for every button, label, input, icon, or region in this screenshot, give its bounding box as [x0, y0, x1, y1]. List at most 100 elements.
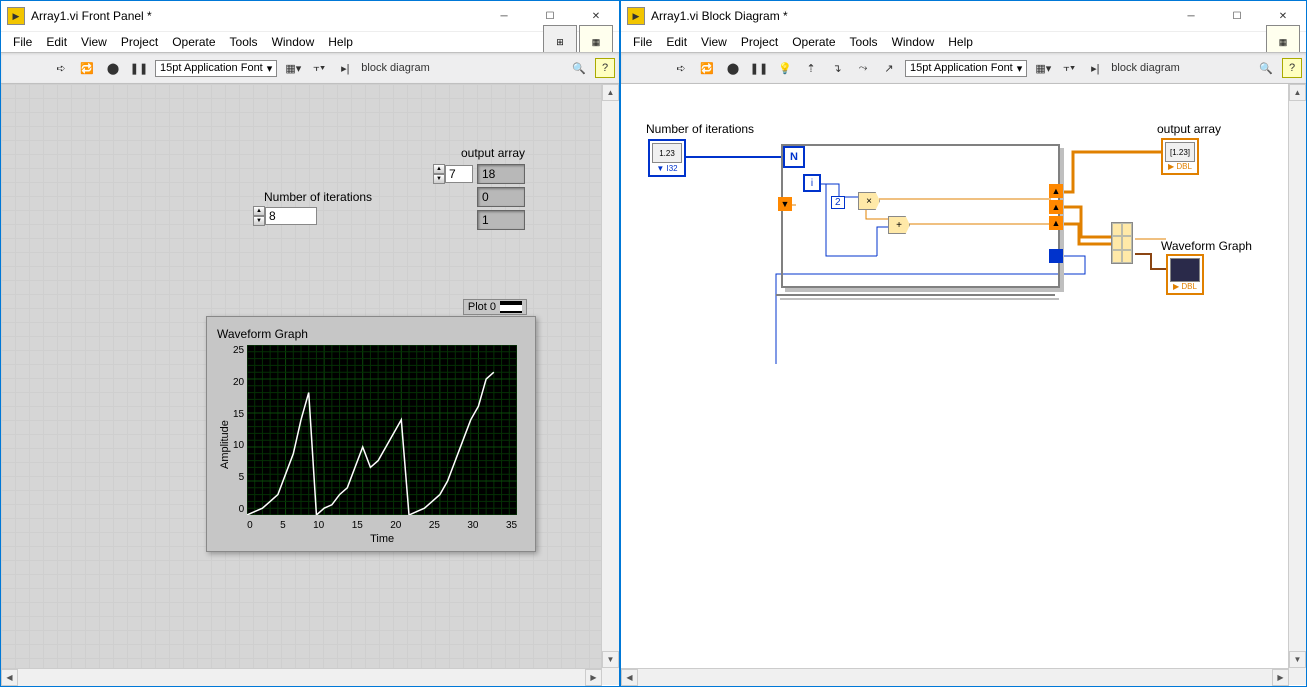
font-selector[interactable]: 15pt Application Font▾	[905, 60, 1027, 77]
align-button[interactable]: ▦▾	[1033, 58, 1053, 78]
menubar-block: File Edit View Project Operate Tools Win…	[621, 32, 1306, 52]
crumb-block[interactable]: block diagram	[1111, 62, 1179, 74]
tunnel-right-4[interactable]	[1049, 249, 1063, 263]
menu-file[interactable]: File	[627, 33, 658, 51]
menu-file[interactable]: File	[7, 33, 38, 51]
distribute-button[interactable]: ⫟▾	[309, 58, 329, 78]
abort-button[interactable]: ⬤	[723, 58, 743, 78]
crumb-front[interactable]: block diagram	[361, 62, 429, 74]
add-node[interactable]: +	[888, 216, 910, 234]
scroll-left-icon[interactable]: ◀	[1, 669, 18, 686]
menubar-front: File Edit View Project Operate Tools Win…	[1, 32, 619, 52]
pause-button[interactable]: ❚❚	[749, 58, 769, 78]
graph-legend[interactable]: Plot 0	[463, 299, 527, 315]
array-cell-1[interactable]: 0	[477, 187, 525, 207]
search-icon[interactable]: 🔍	[569, 58, 589, 78]
shift-register-left[interactable]: ▼	[778, 197, 792, 211]
multiply-node[interactable]: ×	[858, 192, 880, 210]
menu-project[interactable]: Project	[735, 33, 784, 51]
pause-button[interactable]: ❚❚	[129, 58, 149, 78]
array-index-input[interactable]	[445, 165, 473, 183]
iterations-input[interactable]	[265, 207, 317, 225]
font-selector[interactable]: 15pt Application Font▾	[155, 60, 277, 77]
menu-help[interactable]: Help	[942, 33, 979, 51]
titlebar-block: Array1.vi Block Diagram * ─ ☐ ✕	[621, 1, 1306, 32]
tunnel-right-2[interactable]: ▲	[1049, 200, 1063, 214]
x-axis-label: Time	[247, 533, 517, 545]
reorder-button[interactable]: ▸|	[1085, 58, 1105, 78]
menu-window[interactable]: Window	[266, 33, 321, 51]
scroll-up-icon[interactable]: ▲	[1289, 84, 1306, 101]
search-icon[interactable]: 🔍	[1256, 58, 1276, 78]
vscrollbar-front[interactable]: ▲ ▼	[601, 84, 619, 668]
array-cell-0[interactable]: 18	[477, 164, 525, 184]
step-over-button[interactable]: ⤳	[853, 58, 873, 78]
scroll-down-icon[interactable]: ▼	[1289, 651, 1306, 668]
reorder-button[interactable]: ▸|	[335, 58, 355, 78]
menu-window[interactable]: Window	[886, 33, 941, 51]
scroll-right-icon[interactable]: ▶	[1272, 669, 1289, 686]
abort-button[interactable]: ⬤	[103, 58, 123, 78]
hscrollbar-front[interactable]: ◀ ▶	[1, 668, 602, 686]
minimize-button[interactable]: ─	[1168, 1, 1214, 31]
for-loop[interactable]	[781, 144, 1060, 288]
scroll-left-icon[interactable]: ◀	[621, 669, 638, 686]
titlebar-front: Array1.vi Front Panel * ─ ☐ ✕	[1, 1, 619, 32]
menu-tools[interactable]: Tools	[224, 33, 264, 51]
y-ticks: 25 20 15 10 5 0	[233, 345, 247, 515]
shift-register-right-1[interactable]: ▲	[1049, 184, 1063, 198]
menu-operate[interactable]: Operate	[786, 33, 841, 51]
menu-view[interactable]: View	[75, 33, 113, 51]
bd-output-array-label: output array	[1157, 122, 1221, 136]
align-button[interactable]: ▦▾	[283, 58, 303, 78]
graph-title: Waveform Graph	[217, 327, 525, 341]
run-button[interactable]: ➪	[671, 58, 691, 78]
bd-iterations-label: Number of iterations	[646, 122, 754, 136]
loop-N-terminal[interactable]: N	[783, 146, 805, 168]
bd-output-array-terminal[interactable]: [1.23]▶ DBL	[1161, 138, 1199, 175]
bd-iterations-terminal[interactable]: 1.23▼ I32	[648, 139, 686, 177]
vscrollbar-block[interactable]: ▲ ▼	[1288, 84, 1306, 668]
constant-2[interactable]: 2	[831, 196, 845, 209]
array-cell-2[interactable]: 1	[477, 210, 525, 230]
run-continuous-button[interactable]: 🔁	[77, 58, 97, 78]
retain-wire-button[interactable]: ⇡	[801, 58, 821, 78]
help-icon[interactable]: ?	[595, 58, 615, 78]
loop-i-terminal[interactable]: i	[803, 174, 821, 192]
menu-tools[interactable]: Tools	[844, 33, 884, 51]
scroll-right-icon[interactable]: ▶	[585, 669, 602, 686]
run-button[interactable]: ➪	[51, 58, 71, 78]
x-ticks: 05101520253035	[247, 518, 517, 531]
hscrollbar-block[interactable]: ◀ ▶	[621, 668, 1289, 686]
bundle-node[interactable]	[1111, 222, 1133, 264]
block-diagram-canvas[interactable]: Number of iterations 1.23▼ I32 N i ▼ ▲ ▲…	[621, 84, 1288, 668]
array-index-spinner[interactable]: ▲▼	[433, 164, 445, 184]
menu-project[interactable]: Project	[115, 33, 164, 51]
help-icon[interactable]: ?	[1282, 58, 1302, 78]
y-axis-label: Amplitude	[217, 345, 233, 545]
menu-edit[interactable]: Edit	[660, 33, 693, 51]
minimize-button[interactable]: ─	[481, 1, 527, 31]
labview-icon	[7, 7, 25, 25]
highlight-button[interactable]: 💡	[775, 58, 795, 78]
run-continuous-button[interactable]: 🔁	[697, 58, 717, 78]
waveform-plot[interactable]	[247, 345, 517, 515]
bd-graph-terminal[interactable]: ▶ DBL	[1166, 254, 1204, 295]
iterations-spinner[interactable]: ▲▼	[253, 206, 265, 226]
front-panel-canvas[interactable]: Number of iterations ▲▼ output array ▲▼ …	[1, 84, 601, 668]
iterations-label: Number of iterations	[264, 190, 372, 204]
scroll-up-icon[interactable]: ▲	[602, 84, 619, 101]
step-into-button[interactable]: ↴	[827, 58, 847, 78]
maximize-button[interactable]: ☐	[1214, 1, 1260, 31]
step-out-button[interactable]: ↗	[879, 58, 899, 78]
window-title-front: Array1.vi Front Panel *	[31, 9, 481, 23]
menu-view[interactable]: View	[695, 33, 733, 51]
menu-edit[interactable]: Edit	[40, 33, 73, 51]
scroll-down-icon[interactable]: ▼	[602, 651, 619, 668]
menu-help[interactable]: Help	[322, 33, 359, 51]
distribute-button[interactable]: ⫟▾	[1059, 58, 1079, 78]
menu-operate[interactable]: Operate	[166, 33, 221, 51]
for-loop-shadow	[776, 294, 1055, 296]
tunnel-right-3[interactable]: ▲	[1049, 216, 1063, 230]
toolbar-front: ➪ 🔁 ⬤ ❚❚ 15pt Application Font▾ ▦▾ ⫟▾ ▸|…	[1, 52, 619, 84]
